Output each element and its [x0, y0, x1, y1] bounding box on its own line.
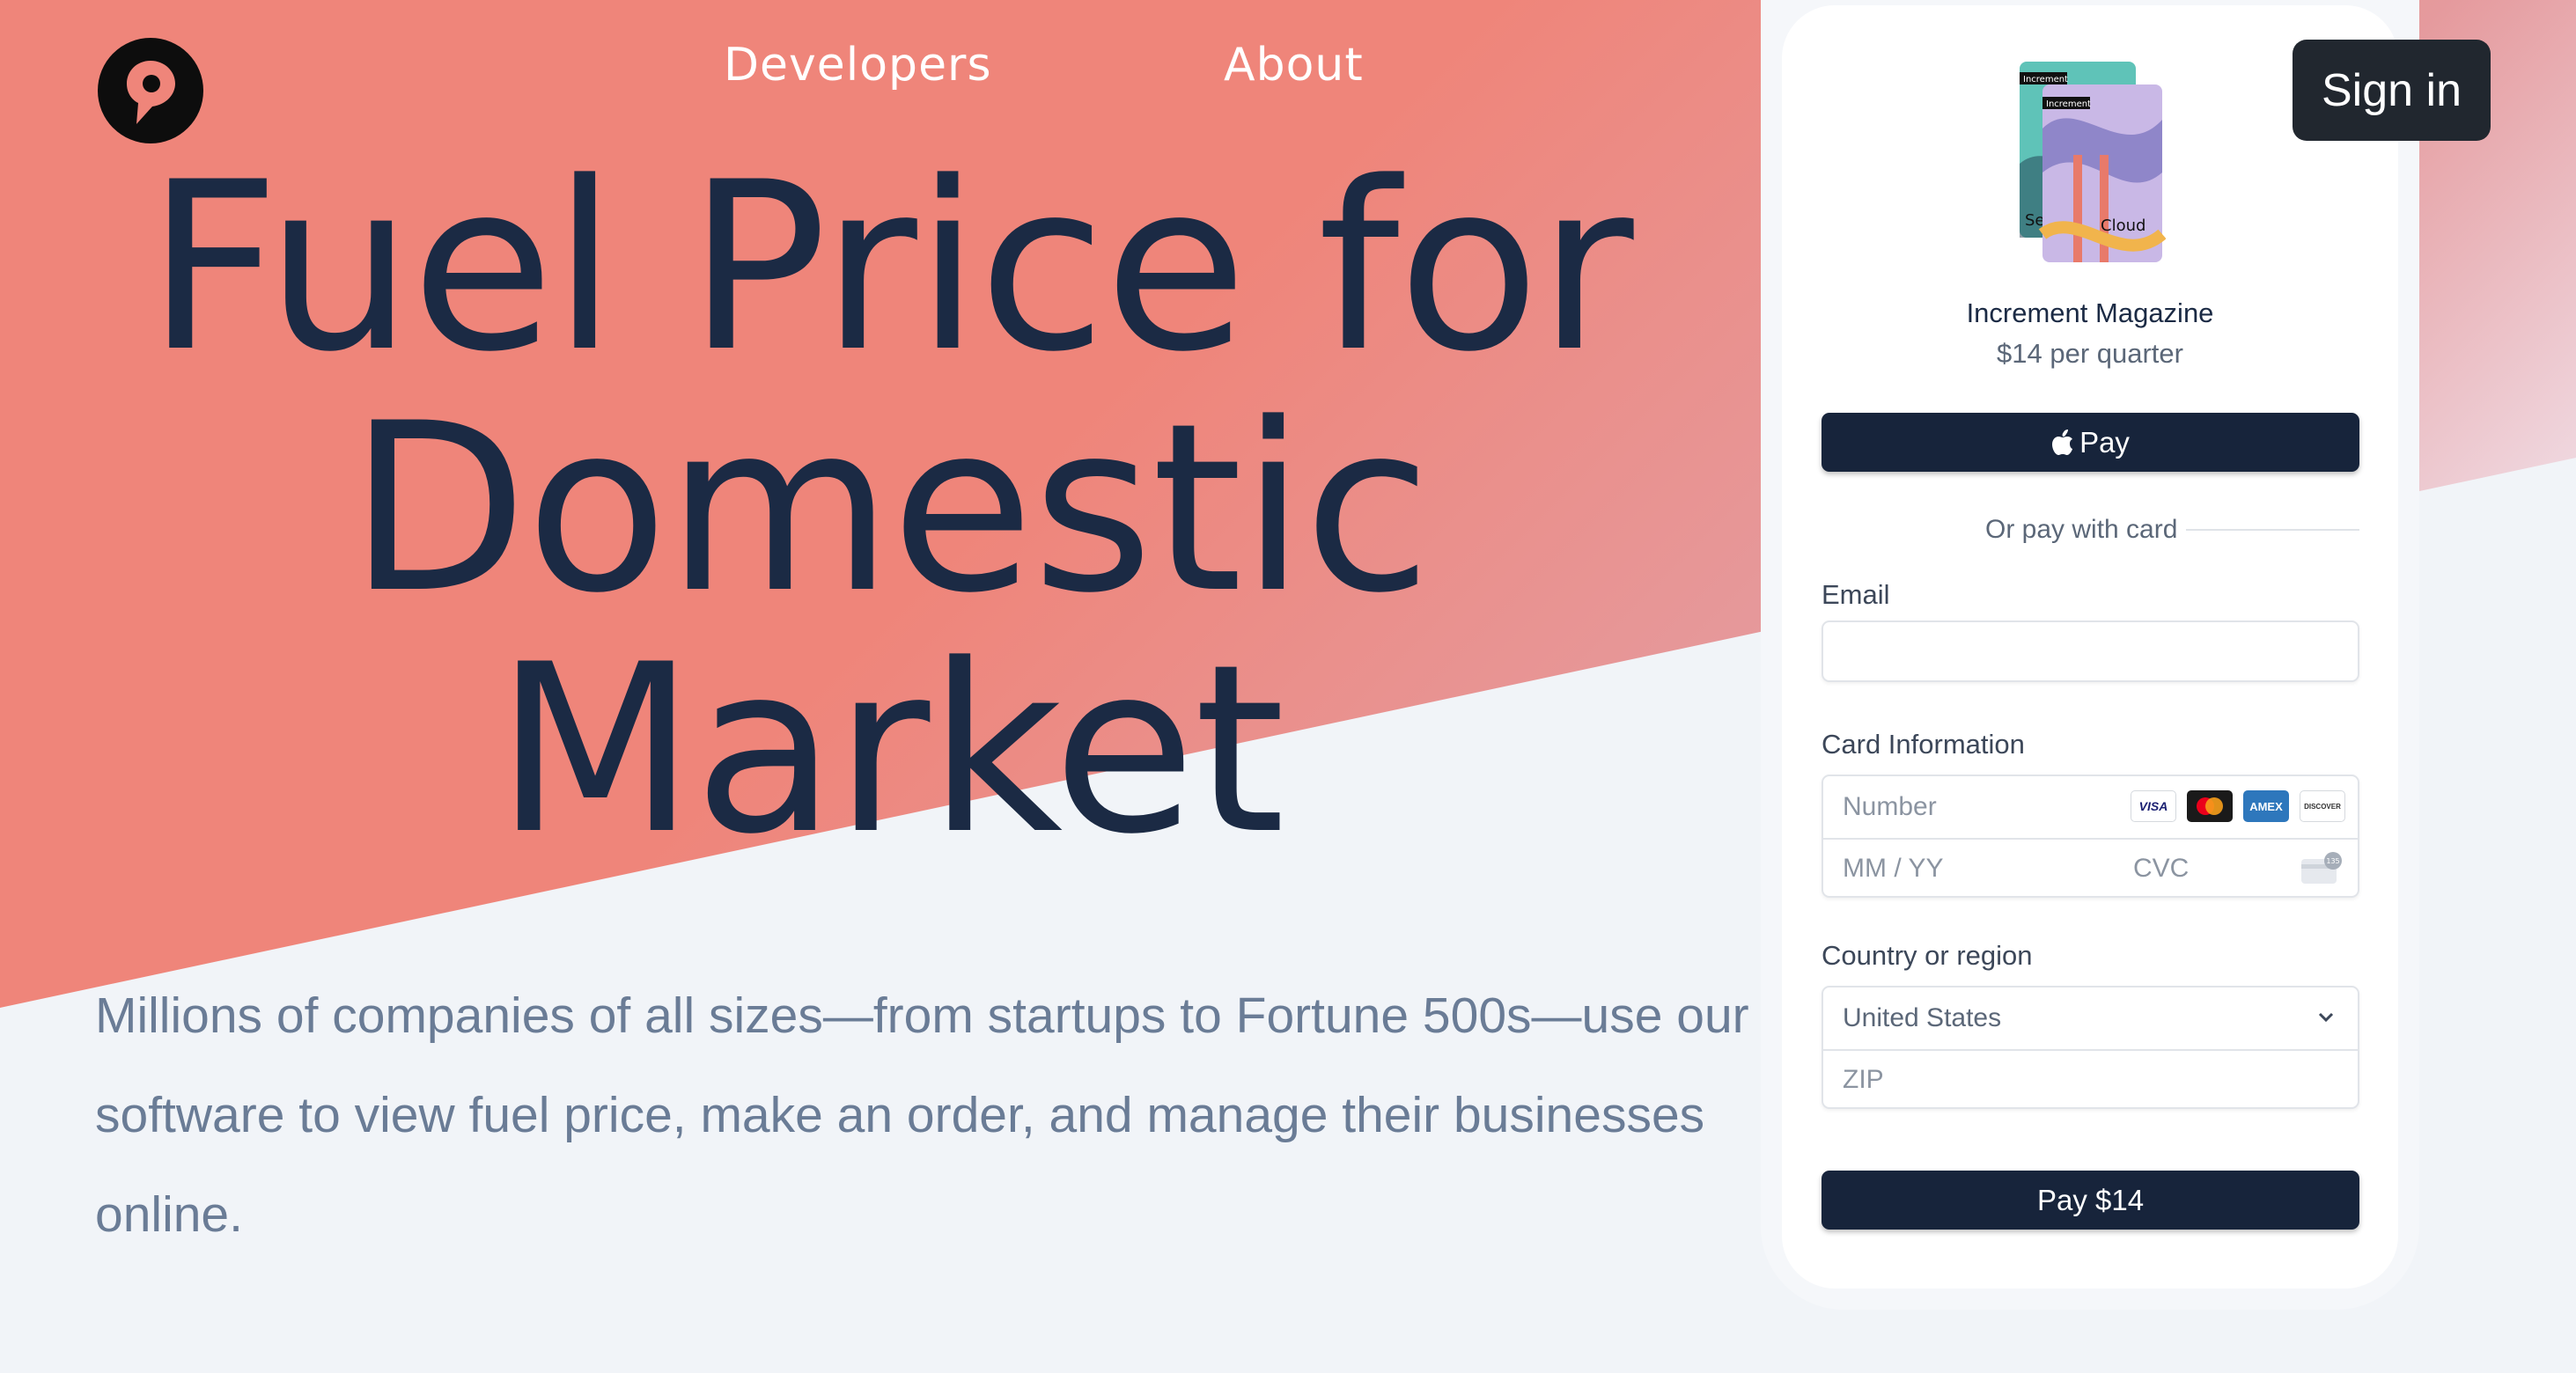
- card-info-group: Number VISA AMEX DISCOVER MM / YY CVC 13…: [1822, 775, 2359, 898]
- product-price: $14 per quarter: [1997, 338, 2183, 369]
- nav-link-about[interactable]: About: [1224, 39, 1364, 92]
- cover-label: Increment: [2023, 75, 2068, 84]
- email-label: Email: [1822, 579, 1890, 610]
- apple-icon: [2052, 429, 2073, 455]
- visa-icon: VISA: [2131, 790, 2176, 822]
- product-name: Increment Magazine: [1966, 297, 2214, 328]
- zip-field[interactable]: ZIP: [1823, 1051, 2358, 1109]
- pay-button[interactable]: Pay $14: [1822, 1171, 2359, 1230]
- cover-label: Cloud: [2101, 217, 2145, 235]
- pay-divider: Or pay with card: [1822, 512, 2359, 547]
- country-value: United States: [1843, 1003, 2002, 1032]
- hero-title-line: Market: [495, 615, 1285, 885]
- card-number-placeholder: Number: [1843, 792, 1937, 821]
- card-brands: VISA AMEX DISCOVER: [2131, 790, 2345, 822]
- mastercard-circles: [2197, 797, 2223, 815]
- country-label: Country or region: [1822, 940, 2033, 971]
- hero-title-line: Domestic: [349, 374, 1432, 644]
- apple-pay-label: Pay: [2079, 425, 2130, 459]
- card-info-label: Card Information: [1822, 729, 2025, 760]
- hero-title-line: Fuel Price for: [146, 133, 1633, 403]
- cover-label: Increment: [2046, 99, 2091, 109]
- cover-label: Se: [2025, 211, 2045, 230]
- amex-icon: AMEX: [2243, 790, 2289, 822]
- chevron-down-icon: [2318, 1012, 2334, 1023]
- zip-placeholder: ZIP: [1843, 1065, 1884, 1094]
- country-zip-group: United States ZIP: [1822, 986, 2359, 1109]
- apple-pay-button[interactable]: Pay: [1822, 413, 2359, 472]
- card-expiry-cvc-row: MM / YY CVC 135: [1823, 840, 2358, 898]
- discover-icon: DISCOVER: [2300, 790, 2345, 822]
- nav-link-developers[interactable]: Developers: [724, 39, 992, 92]
- cvc-field[interactable]: CVC: [2133, 854, 2189, 884]
- email-field[interactable]: [1822, 620, 2359, 682]
- cvc-badge-text: 135: [2326, 857, 2339, 865]
- country-select[interactable]: United States: [1823, 988, 2358, 1051]
- divider-text: Or pay with card: [1985, 515, 2178, 544]
- divider-line: [2186, 529, 2359, 531]
- hero-title: Fuel Price for Domestic Market: [53, 148, 1726, 871]
- cvc-card-icon: 135: [2301, 852, 2342, 884]
- location-pin-logo-icon[interactable]: [98, 38, 203, 143]
- expiry-field[interactable]: MM / YY: [1843, 854, 1943, 884]
- sign-in-button[interactable]: Sign in: [2293, 40, 2491, 141]
- mastercard-icon: [2187, 790, 2233, 822]
- magazine-cover-image: Increment Se Increment Cloud: [2020, 62, 2166, 262]
- card-number-field[interactable]: Number VISA AMEX DISCOVER: [1823, 776, 2358, 840]
- hero-subtitle: Millions of companies of all sizes—from …: [95, 988, 1749, 1243]
